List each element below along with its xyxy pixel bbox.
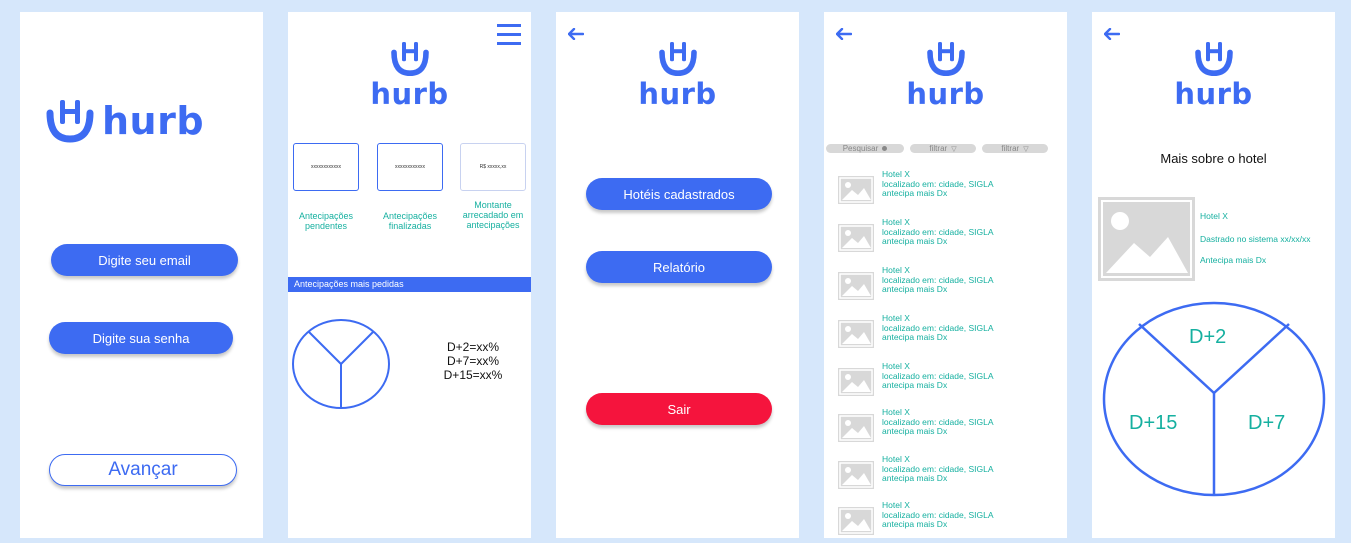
stat-d15: D+15=xx% (443, 368, 503, 382)
hurb-logo-icon (926, 42, 965, 77)
hotel-advance: antecipa mais Dx (882, 236, 948, 246)
search-label: Pesquisar (842, 144, 879, 153)
hotel-advance: antecipa mais Dx (882, 332, 948, 342)
list-item[interactable]: Hotel Xlocalizado em: cidade, SIGLA antec… (838, 169, 1063, 210)
password-field-label: Digite sua senha (92, 330, 190, 346)
search-icon (882, 146, 888, 151)
search-input[interactable]: Pesquisar (826, 144, 904, 153)
advance-stats: D+2=xx% D+7=xx% D+15=xx% (428, 340, 518, 382)
list-item[interactable]: Hotel Xlocalizado em: cidade, SIGLA antec… (838, 500, 1063, 541)
hotel-name: Hotel X (1200, 211, 1228, 221)
hotels-button-label: Hotéis cadastrados (623, 186, 735, 202)
password-field[interactable]: Digite sua senha (49, 322, 233, 354)
filter-chip-2[interactable]: filtrar ▽ (982, 144, 1048, 153)
amount-caption: Montante arrecadado em antecipações (462, 200, 524, 230)
hotel-detail-screen: hurb Mais sobre o hotel Hotel X Dastrado… (1092, 12, 1335, 538)
hotel-advance: antecipa mais Dx (882, 188, 948, 198)
list-item[interactable]: Hotel Xlocalizado em: cidade, SIGLA antec… (838, 265, 1063, 306)
image-placeholder-icon (838, 507, 874, 535)
page-title: Mais sobre o hotel (1160, 151, 1267, 166)
hotel-list-screen: hurb Pesquisar filtrar ▽ filtrar ▽ Hotel… (824, 12, 1067, 538)
report-button-label: Relatório (652, 259, 706, 275)
amount-card[interactable]: R$ xxxxx,xx (460, 143, 526, 191)
pending-caption: Antecipações pendentes (298, 211, 354, 231)
list-item[interactable]: Hotel Xlocalizado em: cidade, SIGLA antec… (838, 313, 1063, 354)
hurb-logo-icon (390, 42, 429, 77)
hotel-advance: antecipa mais Dx (882, 426, 948, 436)
list-item[interactable]: Hotel Xlocalizado em: cidade, SIGLA antec… (838, 361, 1063, 402)
dashboard-screen: hurb xxxxxxxxxxxx xxxxxxxxxxxx R$ xxxxx,… (288, 12, 531, 538)
menu-screen: hurb Hotéis cadastrados Relatório Sair (556, 12, 799, 538)
hotel-advance: Antecipa mais Dx (1200, 255, 1267, 265)
filter-chip-1[interactable]: filtrar ▽ (910, 144, 976, 153)
list-item[interactable]: Hotel Xlocalizado em: cidade, SIGLA antec… (838, 454, 1063, 495)
filter-chip-2-label: filtrar (1001, 144, 1020, 153)
logout-button[interactable]: Sair (586, 393, 772, 425)
hurb-logo-icon (1194, 42, 1233, 77)
image-placeholder-icon (838, 176, 874, 204)
filter-chip-1-label: filtrar (929, 144, 948, 153)
email-field-label: Digite seu email (98, 252, 191, 268)
finished-card[interactable]: xxxxxxxxxxxx (377, 143, 443, 191)
pending-card[interactable]: xxxxxxxxxxxx (293, 143, 359, 191)
image-placeholder-icon (838, 414, 874, 442)
pie-label-d15: D+15 (1129, 412, 1178, 434)
brand-wordmark: hurb (370, 77, 449, 111)
hotel-advance: antecipa mais Dx (882, 473, 948, 483)
filter-icon: ▽ (1023, 145, 1029, 153)
image-placeholder-icon (838, 368, 874, 396)
brand-logo: hurb (288, 38, 531, 109)
finished-value: xxxxxxxxxxxx (395, 164, 425, 170)
next-button-label: Avançar (108, 459, 178, 480)
brand-logo: hurb (824, 38, 1067, 109)
hotel-advance: antecipa mais Dx (882, 380, 948, 390)
email-field[interactable]: Digite seu email (51, 244, 238, 276)
list-item[interactable]: Hotel Xlocalizado em: cidade, SIGLA antec… (838, 217, 1063, 258)
pending-value: xxxxxxxxxxxx (311, 164, 341, 170)
hotel-registered: Dastrado no sistema xx/xx/xx (1200, 234, 1311, 244)
hotel-advance: antecipa mais Dx (882, 284, 948, 294)
amount-value: R$ xxxxx,xx (479, 164, 507, 170)
hotels-button[interactable]: Hotéis cadastrados (586, 178, 772, 210)
brand-wordmark: hurb (1174, 77, 1253, 111)
next-button[interactable]: Avançar (49, 454, 237, 486)
image-placeholder-icon (838, 272, 874, 300)
hurb-logo-icon (658, 42, 697, 77)
hotel-advance: antecipa mais Dx (882, 519, 948, 529)
image-placeholder-icon (838, 320, 874, 348)
hurb-logo-icon (46, 100, 94, 143)
pie-label-d2: D+2 (1189, 326, 1227, 348)
stat-d2: D+2=xx% (446, 340, 500, 354)
list-item[interactable]: Hotel Xlocalizado em: cidade, SIGLA antec… (838, 407, 1063, 448)
brand-logo: hurb (1092, 38, 1335, 109)
brand-wordmark: hurb (906, 77, 985, 111)
filter-icon: ▽ (951, 145, 957, 153)
image-placeholder-icon (1098, 197, 1195, 281)
filter-bar: Pesquisar filtrar ▽ filtrar ▽ (826, 144, 1048, 153)
brand-logo: hurb (44, 95, 204, 145)
brand-wordmark: hurb (102, 99, 205, 143)
stat-d7: D+7=xx% (446, 354, 500, 368)
image-placeholder-icon (838, 224, 874, 252)
section-title: Antecipações mais pedidas (288, 277, 531, 292)
advance-pie-chart (292, 319, 390, 409)
finished-caption: Antecipações finalizadas (382, 211, 438, 231)
report-button[interactable]: Relatório (586, 251, 772, 283)
pie-label-d7: D+7 (1248, 412, 1286, 434)
brand-logo: hurb (556, 38, 799, 109)
logout-button-label: Sair (667, 401, 691, 417)
brand-wordmark: hurb (638, 77, 717, 111)
image-placeholder-icon (838, 461, 874, 489)
login-screen: hurb Digite seu email Digite sua senha A… (20, 12, 263, 538)
